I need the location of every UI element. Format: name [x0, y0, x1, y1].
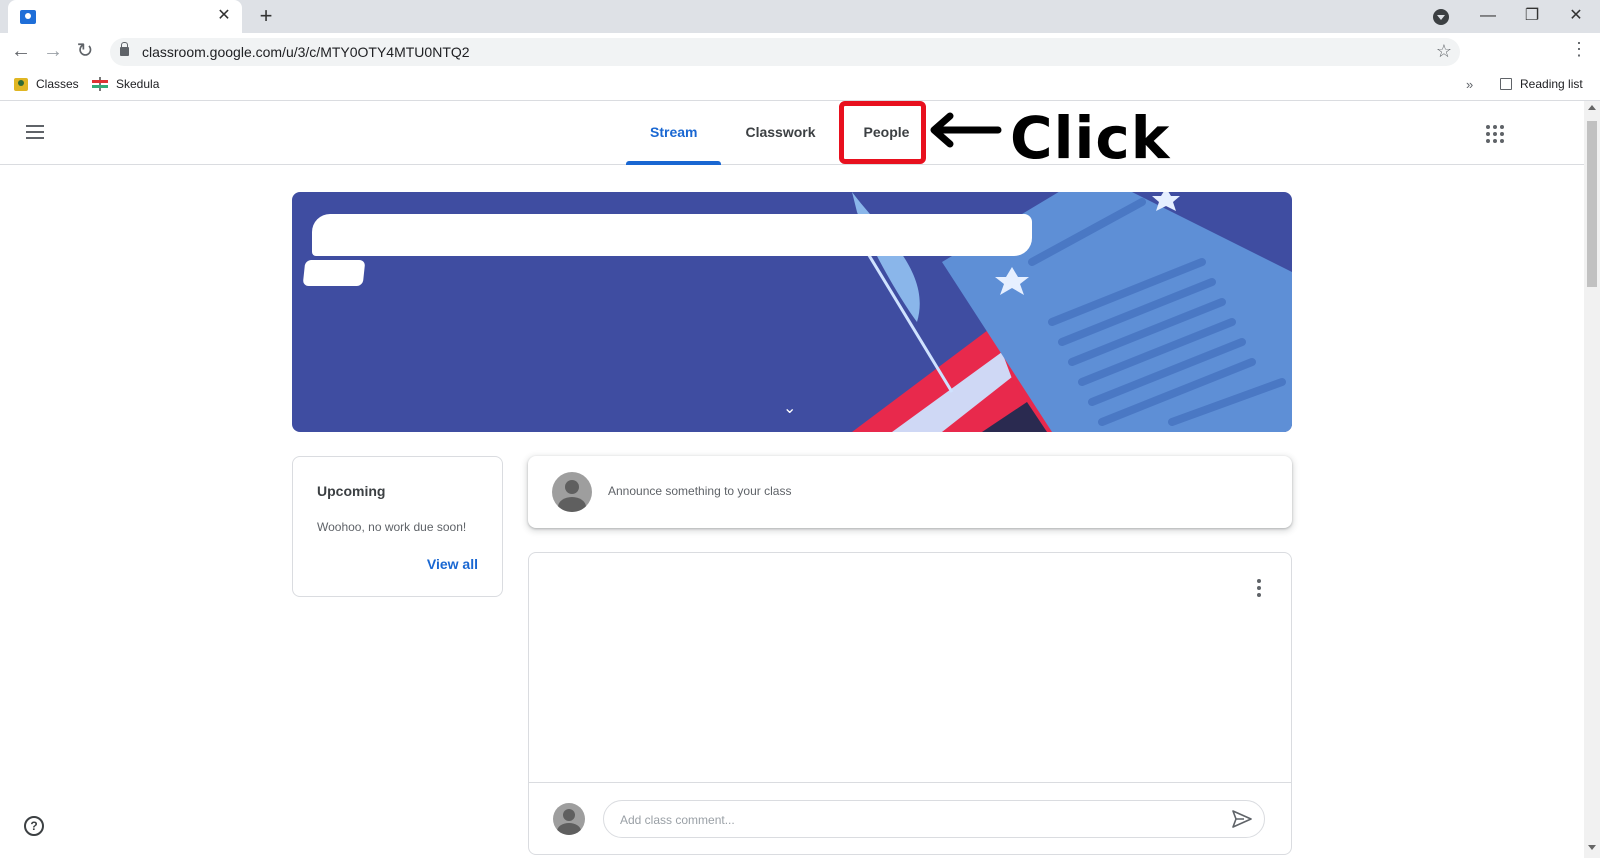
view-all-link[interactable]: View all [427, 556, 478, 572]
annotation-click-text: Click [1010, 104, 1171, 172]
page-scrollbar[interactable] [1584, 101, 1600, 858]
class-banner [292, 192, 1292, 432]
avatar [552, 472, 592, 512]
reading-list-label: Reading list [1520, 77, 1583, 91]
redacted-class-title [312, 214, 1032, 256]
window-close-button[interactable]: ✕ [1564, 4, 1588, 28]
chevron-down-icon[interactable]: ⌄ [783, 398, 796, 418]
classroom-favicon-icon [20, 10, 36, 24]
help-icon[interactable]: ? [24, 816, 44, 836]
bookmarks-bar: Classes Skedula » Reading list [0, 69, 1600, 101]
google-apps-icon[interactable] [1486, 125, 1504, 143]
upcoming-card: Upcoming Woohoo, no work due soon! View … [292, 456, 503, 597]
back-arrow-icon[interactable]: ← [9, 39, 33, 63]
tab-classwork[interactable]: Classwork [721, 101, 839, 165]
avatar [553, 803, 585, 835]
reading-list-icon [1500, 78, 1512, 90]
bookmark-star-icon[interactable]: ☆ [1436, 41, 1452, 62]
address-bar[interactable]: classroom.google.com/u/3/c/MTY0OTY4MTU0N… [110, 38, 1460, 66]
browser-tab-strip: ✕ + — ❐ ✕ [0, 0, 1600, 33]
upcoming-title: Upcoming [317, 483, 386, 499]
classroom-header: Stream Classwork People [0, 101, 1584, 165]
tab-search-icon[interactable] [1433, 9, 1449, 25]
tab-stream[interactable]: Stream [626, 101, 722, 165]
divider [529, 782, 1291, 783]
restore-button[interactable]: ❐ [1520, 4, 1544, 28]
chrome-menu-icon[interactable]: ⋮ [1570, 39, 1588, 60]
upcoming-empty-text: Woohoo, no work due soon! [317, 520, 467, 534]
url-text[interactable]: classroom.google.com/u/3/c/MTY0OTY4MTU0N… [142, 44, 470, 60]
tab-close-icon[interactable]: ✕ [214, 6, 234, 26]
reading-list-button[interactable]: Reading list [1500, 77, 1583, 91]
scroll-up-icon[interactable] [1588, 105, 1596, 110]
announce-placeholder[interactable]: Announce something to your class [608, 484, 791, 498]
stream-post-card: Add class comment... [528, 552, 1292, 855]
minimize-button[interactable]: — [1476, 4, 1500, 28]
scroll-down-icon[interactable] [1588, 845, 1596, 850]
announce-box[interactable]: Announce something to your class [528, 456, 1292, 528]
bookmark-classes[interactable]: Classes [14, 77, 79, 91]
redacted-class-section [302, 260, 366, 286]
new-tab-button[interactable]: + [254, 4, 278, 28]
annotation-arrow-icon [930, 112, 1002, 148]
bookmark-skedula[interactable]: Skedula [92, 77, 159, 91]
bookmark-label: Classes [36, 77, 79, 91]
bookmarks-overflow-button[interactable]: » [1466, 77, 1473, 92]
class-comment-input[interactable]: Add class comment... [603, 800, 1265, 838]
reload-icon[interactable]: ↻ [73, 39, 97, 63]
forward-arrow-icon[interactable]: → [41, 39, 65, 63]
send-icon[interactable] [1232, 810, 1252, 828]
browser-toolbar: ← → ↻ classroom.google.com/u/3/c/MTY0OTY… [0, 33, 1600, 69]
browser-tab[interactable]: ✕ [8, 0, 242, 33]
scroll-thumb[interactable] [1587, 121, 1597, 287]
tab-people[interactable]: People [840, 101, 934, 165]
skedula-bookmark-icon [92, 77, 108, 91]
classes-bookmark-icon [14, 77, 28, 91]
more-options-icon[interactable] [1257, 579, 1261, 600]
main-menu-icon[interactable] [26, 125, 44, 139]
bookmark-label: Skedula [116, 77, 160, 91]
comment-placeholder: Add class comment... [620, 813, 735, 827]
lock-icon[interactable] [120, 42, 129, 56]
class-tabs: Stream Classwork People [626, 101, 933, 165]
